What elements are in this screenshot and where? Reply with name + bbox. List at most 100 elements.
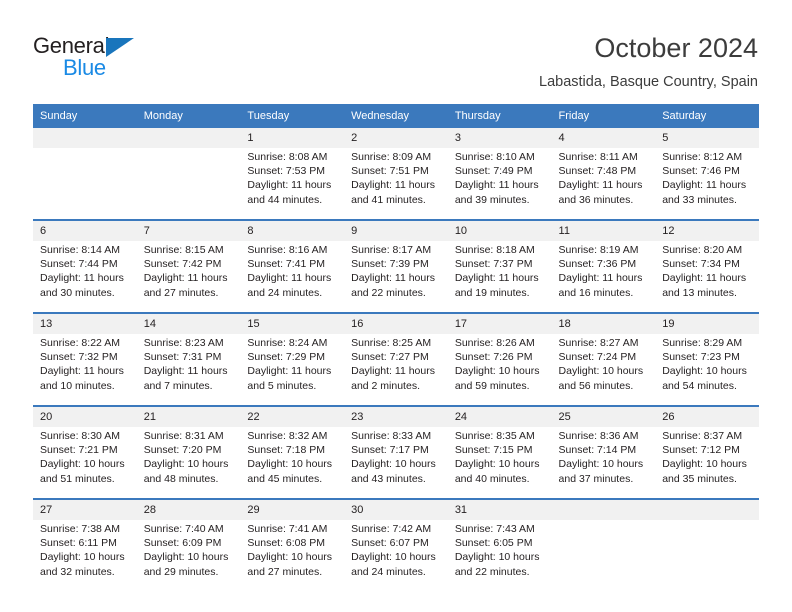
empty-info-cell <box>551 520 656 592</box>
page-title: October 2024 <box>594 33 758 63</box>
day-number-cell[interactable]: 20 <box>33 405 137 427</box>
day-number-cell[interactable]: 6 <box>33 219 137 241</box>
day-info-line: Daylight: 10 hours <box>247 458 333 471</box>
day-info-line: and 37 minutes. <box>558 472 634 485</box>
day-info-line: Sunrise: 8:16 AM <box>247 244 328 256</box>
day-info-line: Sunset: 6:07 PM <box>351 537 429 550</box>
day-number-cell[interactable]: 1 <box>240 128 345 148</box>
day-info-line: Daylight: 10 hours <box>558 365 644 378</box>
weekday-header-monday: Monday <box>136 104 241 128</box>
day-info-cell: Sunrise: 8:35 AM Sunset: 7:15 PM Daylight:… <box>447 427 552 499</box>
empty-day-cell <box>655 498 759 520</box>
day-info-line: Sunset: 7:14 PM <box>558 444 637 457</box>
day-number-cell[interactable]: 8 <box>240 219 345 241</box>
day-info-line: Daylight: 11 hours <box>143 272 228 285</box>
day-info-line: and 22 minutes. <box>351 286 426 299</box>
week-info-row: Sunrise: 8:08 AM Sunset: 7:53 PM Daylight:… <box>33 148 759 220</box>
week-info-row: Sunrise: 8:30 AM Sunset: 7:21 PM Daylight:… <box>33 427 759 499</box>
day-number-cell[interactable]: 17 <box>447 312 552 334</box>
day-number-cell[interactable]: 16 <box>344 312 448 334</box>
day-info-line: and 44 minutes. <box>247 193 323 206</box>
day-number-cell[interactable]: 31 <box>447 498 552 520</box>
day-info-line: Daylight: 10 hours <box>454 458 540 471</box>
day-info-line: and 27 minutes. <box>143 286 219 299</box>
day-info-line: and 2 minutes. <box>351 379 420 392</box>
day-info-line: Sunrise: 7:38 AM <box>40 523 120 535</box>
day-number-cell[interactable]: 4 <box>551 128 656 148</box>
page-header: General Blue October 2024 Labastida, Bas… <box>0 0 792 100</box>
day-number-cell[interactable]: 2 <box>344 128 448 148</box>
day-number-cell[interactable]: 18 <box>551 312 656 334</box>
day-info-line: Daylight: 10 hours <box>454 365 540 378</box>
day-info-line: Sunset: 7:51 PM <box>351 165 429 178</box>
day-info-line: Sunset: 7:27 PM <box>351 351 429 364</box>
weekday-header-row: Sunday Monday Tuesday Wednesday Thursday… <box>33 104 759 128</box>
day-number-cell[interactable]: 28 <box>136 498 241 520</box>
week-info-row: Sunrise: 7:38 AM Sunset: 6:11 PM Daylight:… <box>33 520 759 592</box>
day-number-cell[interactable]: 30 <box>344 498 448 520</box>
empty-info-cell <box>136 148 241 220</box>
day-info-line: and 40 minutes. <box>454 472 530 485</box>
day-info-line: Sunrise: 8:24 AM <box>247 337 328 349</box>
day-number-cell[interactable]: 22 <box>240 405 345 427</box>
day-info-line: Sunrise: 8:18 AM <box>454 244 535 256</box>
day-info-line: Sunset: 7:44 PM <box>40 258 118 271</box>
day-info-cell: Sunrise: 8:09 AM Sunset: 7:51 PM Daylight:… <box>344 148 448 220</box>
day-info-line: Sunset: 7:53 PM <box>247 165 326 178</box>
empty-day-cell <box>551 498 656 520</box>
day-info-line: Daylight: 11 hours <box>143 365 228 378</box>
day-number-cell[interactable]: 19 <box>655 312 759 334</box>
day-number-cell[interactable]: 9 <box>344 219 448 241</box>
calendar-head: Sunday Monday Tuesday Wednesday Thursday… <box>33 104 759 128</box>
empty-info-cell <box>655 520 759 592</box>
day-number-cell[interactable]: 23 <box>344 405 448 427</box>
day-number-cell[interactable]: 3 <box>447 128 552 148</box>
day-info-line: Sunset: 7:15 PM <box>454 444 533 457</box>
day-info-cell: Sunrise: 8:11 AM Sunset: 7:48 PM Daylight:… <box>551 148 656 220</box>
day-number-cell[interactable]: 15 <box>240 312 345 334</box>
day-number-cell[interactable]: 11 <box>551 219 656 241</box>
day-number-cell[interactable]: 21 <box>136 405 241 427</box>
day-number-cell[interactable]: 7 <box>136 219 241 241</box>
day-info-line: Daylight: 11 hours <box>662 272 747 285</box>
day-info-line: Daylight: 10 hours <box>143 551 229 564</box>
day-number-cell[interactable]: 14 <box>136 312 241 334</box>
day-number-cell[interactable]: 24 <box>447 405 552 427</box>
day-number-cell[interactable]: 12 <box>655 219 759 241</box>
day-info-line: Sunrise: 8:23 AM <box>143 337 224 349</box>
day-number-cell[interactable]: 25 <box>551 405 656 427</box>
day-info-line: Daylight: 10 hours <box>247 551 333 564</box>
day-info-line: Sunrise: 8:27 AM <box>558 337 639 349</box>
weekday-header-saturday: Saturday <box>655 104 759 128</box>
day-info-cell: Sunrise: 8:36 AM Sunset: 7:14 PM Daylight:… <box>551 427 656 499</box>
day-info-line: Sunrise: 8:37 AM <box>662 430 743 442</box>
weekday-header-friday: Friday <box>551 104 656 128</box>
day-number-cell[interactable]: 26 <box>655 405 759 427</box>
day-info-line: Daylight: 10 hours <box>558 458 644 471</box>
day-number-cell[interactable]: 27 <box>33 498 137 520</box>
day-info-cell: Sunrise: 8:25 AM Sunset: 7:27 PM Daylight:… <box>344 334 448 406</box>
day-info-line: Daylight: 10 hours <box>454 551 540 564</box>
day-info-line: Sunrise: 8:17 AM <box>351 244 432 256</box>
day-info-line: Sunset: 7:41 PM <box>247 258 326 271</box>
day-info-line: and 16 minutes. <box>558 286 634 299</box>
day-info-cell: Sunrise: 7:38 AM Sunset: 6:11 PM Daylight:… <box>33 520 137 592</box>
day-number-cell[interactable]: 10 <box>447 219 552 241</box>
day-info-cell: Sunrise: 7:42 AM Sunset: 6:07 PM Daylight:… <box>344 520 448 592</box>
day-info-line: Sunrise: 8:36 AM <box>558 430 639 442</box>
day-number-cell[interactable]: 5 <box>655 128 759 148</box>
day-info-line: Sunrise: 8:10 AM <box>454 151 535 163</box>
day-info-line: Daylight: 10 hours <box>143 458 229 471</box>
day-info-line: Daylight: 11 hours <box>662 179 747 192</box>
day-info-line: Sunset: 7:34 PM <box>662 258 740 271</box>
day-number-cell[interactable]: 13 <box>33 312 137 334</box>
day-info-line: Sunrise: 8:25 AM <box>351 337 432 349</box>
empty-day-cell <box>33 128 137 148</box>
day-info-line: Sunrise: 8:09 AM <box>351 151 432 163</box>
day-info-cell: Sunrise: 8:19 AM Sunset: 7:36 PM Daylight:… <box>551 241 656 313</box>
general-blue-logo: General Blue <box>33 33 163 83</box>
location-subtitle: Labastida, Basque Country, Spain <box>539 74 758 90</box>
day-number-cell[interactable]: 29 <box>240 498 345 520</box>
day-info-line: Sunrise: 8:11 AM <box>558 151 638 163</box>
day-info-line: Daylight: 10 hours <box>40 551 125 564</box>
